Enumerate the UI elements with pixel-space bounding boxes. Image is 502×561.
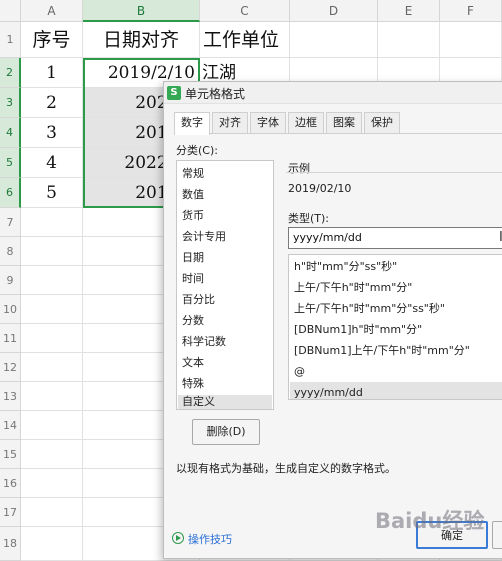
column-header-b[interactable]: B [83, 0, 200, 22]
category-item-text[interactable]: 文本 [178, 353, 272, 373]
row-header-13[interactable]: 13 [0, 382, 21, 411]
category-item-time[interactable]: 时间 [178, 269, 272, 289]
tab-divider [174, 133, 502, 134]
select-all-corner[interactable] [0, 0, 21, 22]
category-list[interactable]: 常规 数值 货币 会计专用 日期 时间 百分比 分数 科学记数 文本 特殊 自定… [176, 160, 274, 410]
row-header-16[interactable]: 16 [0, 469, 21, 498]
row-header-17[interactable]: 17 [0, 498, 21, 527]
cell-a5[interactable]: 4 [21, 148, 83, 178]
row-header-14[interactable]: 14 [0, 411, 21, 440]
tips-link[interactable]: 操作技巧 [188, 531, 232, 547]
row-header-5[interactable]: 5 [0, 148, 21, 178]
cell-empty[interactable] [21, 266, 83, 295]
row-header-15[interactable]: 15 [0, 440, 21, 469]
row-header-2[interactable]: 2 [0, 58, 21, 88]
format-item[interactable]: 上午/下午h"时"mm"分"ss"秒" [290, 298, 502, 319]
tab-alignment[interactable]: 对齐 [212, 112, 248, 134]
sample-value: 2019/02/10 [288, 182, 352, 195]
column-header-a[interactable]: A [21, 0, 83, 22]
category-label: 分类(C): [176, 144, 218, 157]
category-item-date[interactable]: 日期 [178, 248, 272, 268]
cell-a6[interactable]: 5 [21, 178, 83, 208]
row-header-6[interactable]: 6 [0, 178, 21, 208]
cell-a4[interactable]: 3 [21, 118, 83, 148]
row-header-4[interactable]: 4 [0, 118, 21, 148]
cell-empty[interactable] [378, 22, 440, 58]
column-header-c[interactable]: C [200, 0, 290, 22]
type-label: 类型(T): [288, 212, 330, 225]
format-list[interactable]: h"时"mm"分"ss"秒" 上午/下午h"时"mm"分" 上午/下午h"时"m… [288, 254, 502, 400]
row-header-7[interactable]: 7 [0, 208, 21, 237]
format-item-selected[interactable]: yyyy/mm/dd [290, 382, 502, 399]
cell-empty[interactable] [21, 440, 83, 469]
dialog-titlebar[interactable]: S 单元格格式 [164, 82, 502, 104]
dialog-title: 单元格格式 [185, 87, 246, 101]
category-item-number[interactable]: 数值 [178, 185, 272, 205]
row-header-1[interactable]: 1 [0, 22, 21, 58]
cell-empty[interactable] [21, 237, 83, 266]
wps-sheet-icon: S [167, 86, 181, 100]
cell-a1[interactable]: 序号 [21, 22, 83, 58]
category-item-currency[interactable]: 货币 [178, 206, 272, 226]
watermark: Baidu经验 [375, 509, 485, 533]
format-item[interactable]: [DBNum1]上午/下午h"时"mm"分" [290, 340, 502, 361]
sample-divider [286, 172, 502, 173]
tab-pattern[interactable]: 图案 [326, 112, 362, 134]
row-header-18[interactable]: 18 [0, 527, 21, 561]
cell-a3[interactable]: 2 [21, 88, 83, 118]
play-circle-icon [172, 532, 184, 544]
cell-empty[interactable] [21, 469, 83, 498]
cell-empty[interactable] [21, 382, 83, 411]
cell-empty[interactable] [21, 498, 83, 527]
row-header-11[interactable]: 11 [0, 324, 21, 353]
tab-protection[interactable]: 保护 [364, 112, 400, 134]
column-header-e[interactable]: E [378, 0, 440, 22]
cell-empty[interactable] [21, 208, 83, 237]
format-item[interactable]: 上午/下午h"时"mm"分" [290, 277, 502, 298]
row-header-8[interactable]: 8 [0, 237, 21, 266]
category-item-custom[interactable]: 自定义 [178, 395, 272, 409]
row-header-3[interactable]: 3 [0, 88, 21, 118]
category-item-scientific[interactable]: 科学记数 [178, 332, 272, 352]
type-input[interactable]: yyyy/mm/dd I [288, 227, 502, 249]
tab-border[interactable]: 边框 [288, 112, 324, 134]
tab-number[interactable]: 数字 [174, 112, 210, 135]
cell-empty[interactable] [21, 295, 83, 324]
cell-empty[interactable] [440, 22, 502, 58]
column-header-f[interactable]: F [440, 0, 502, 22]
cell-b1[interactable]: 日期对齐 [83, 22, 200, 58]
category-item-special[interactable]: 特殊 [178, 374, 272, 394]
cell-a2[interactable]: 1 [21, 58, 83, 88]
format-description: 以现有格式为基础，生成自定义的数字格式。 [176, 462, 396, 475]
tab-font[interactable]: 字体 [250, 112, 286, 134]
delete-button[interactable]: 删除(D) [192, 419, 260, 445]
format-item[interactable]: @ [290, 361, 502, 382]
category-item-fraction[interactable]: 分数 [178, 311, 272, 331]
format-item[interactable]: [DBNum1]h"时"mm"分" [290, 319, 502, 340]
cell-empty[interactable] [21, 411, 83, 440]
cell-empty[interactable] [21, 527, 83, 561]
cell-c1[interactable]: 工作单位 [200, 22, 290, 58]
type-input-value: yyyy/mm/dd [293, 231, 362, 244]
category-item-percentage[interactable]: 百分比 [178, 290, 272, 310]
cell-empty[interactable] [290, 22, 378, 58]
category-item-general[interactable]: 常规 [178, 164, 272, 184]
cancel-button[interactable] [492, 521, 502, 549]
sample-label: 示例 [288, 162, 310, 175]
column-header-d[interactable]: D [290, 0, 378, 22]
format-cells-dialog: S 单元格格式 数字 对齐 字体 边框 图案 保护 分类(C): 常规 数值 货… [163, 81, 502, 559]
cell-empty[interactable] [21, 353, 83, 382]
row-header-12[interactable]: 12 [0, 353, 21, 382]
row-header-9[interactable]: 9 [0, 266, 21, 295]
screen: A B C D E F 1 2 3 4 5 6 7 8 9 10 11 12 1… [0, 0, 502, 561]
row-header-10[interactable]: 10 [0, 295, 21, 324]
format-item[interactable]: h"时"mm"分"ss"秒" [290, 256, 502, 277]
category-item-accounting[interactable]: 会计专用 [178, 227, 272, 247]
cell-empty[interactable] [21, 324, 83, 353]
